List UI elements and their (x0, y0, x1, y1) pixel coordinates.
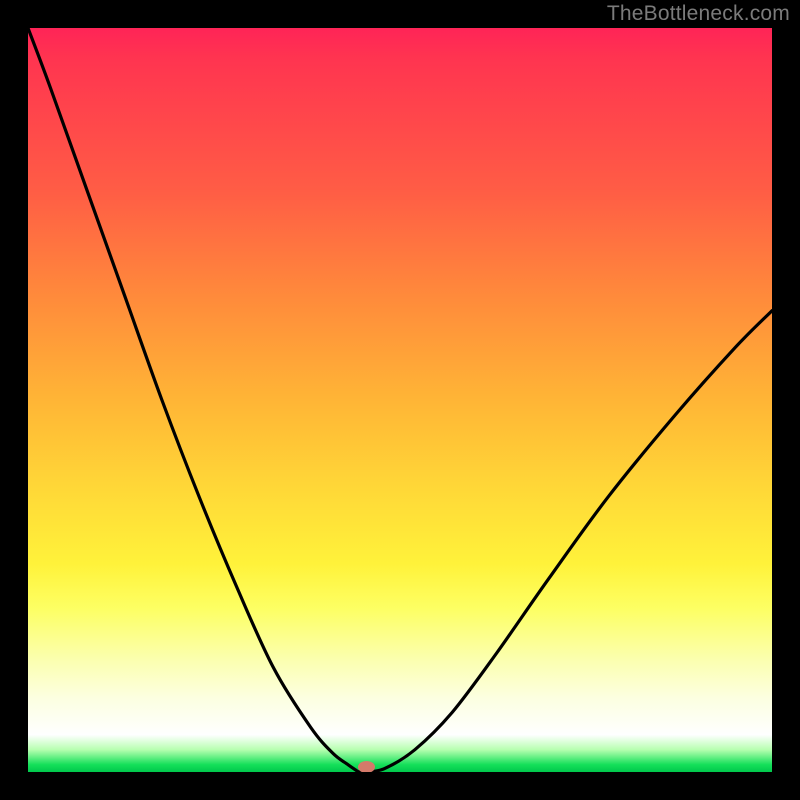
plot-area (28, 28, 772, 772)
chart-frame: TheBottleneck.com (0, 0, 800, 800)
bottleneck-curve (28, 28, 772, 772)
watermark-text: TheBottleneck.com (607, 2, 790, 26)
minimum-marker (358, 761, 375, 772)
